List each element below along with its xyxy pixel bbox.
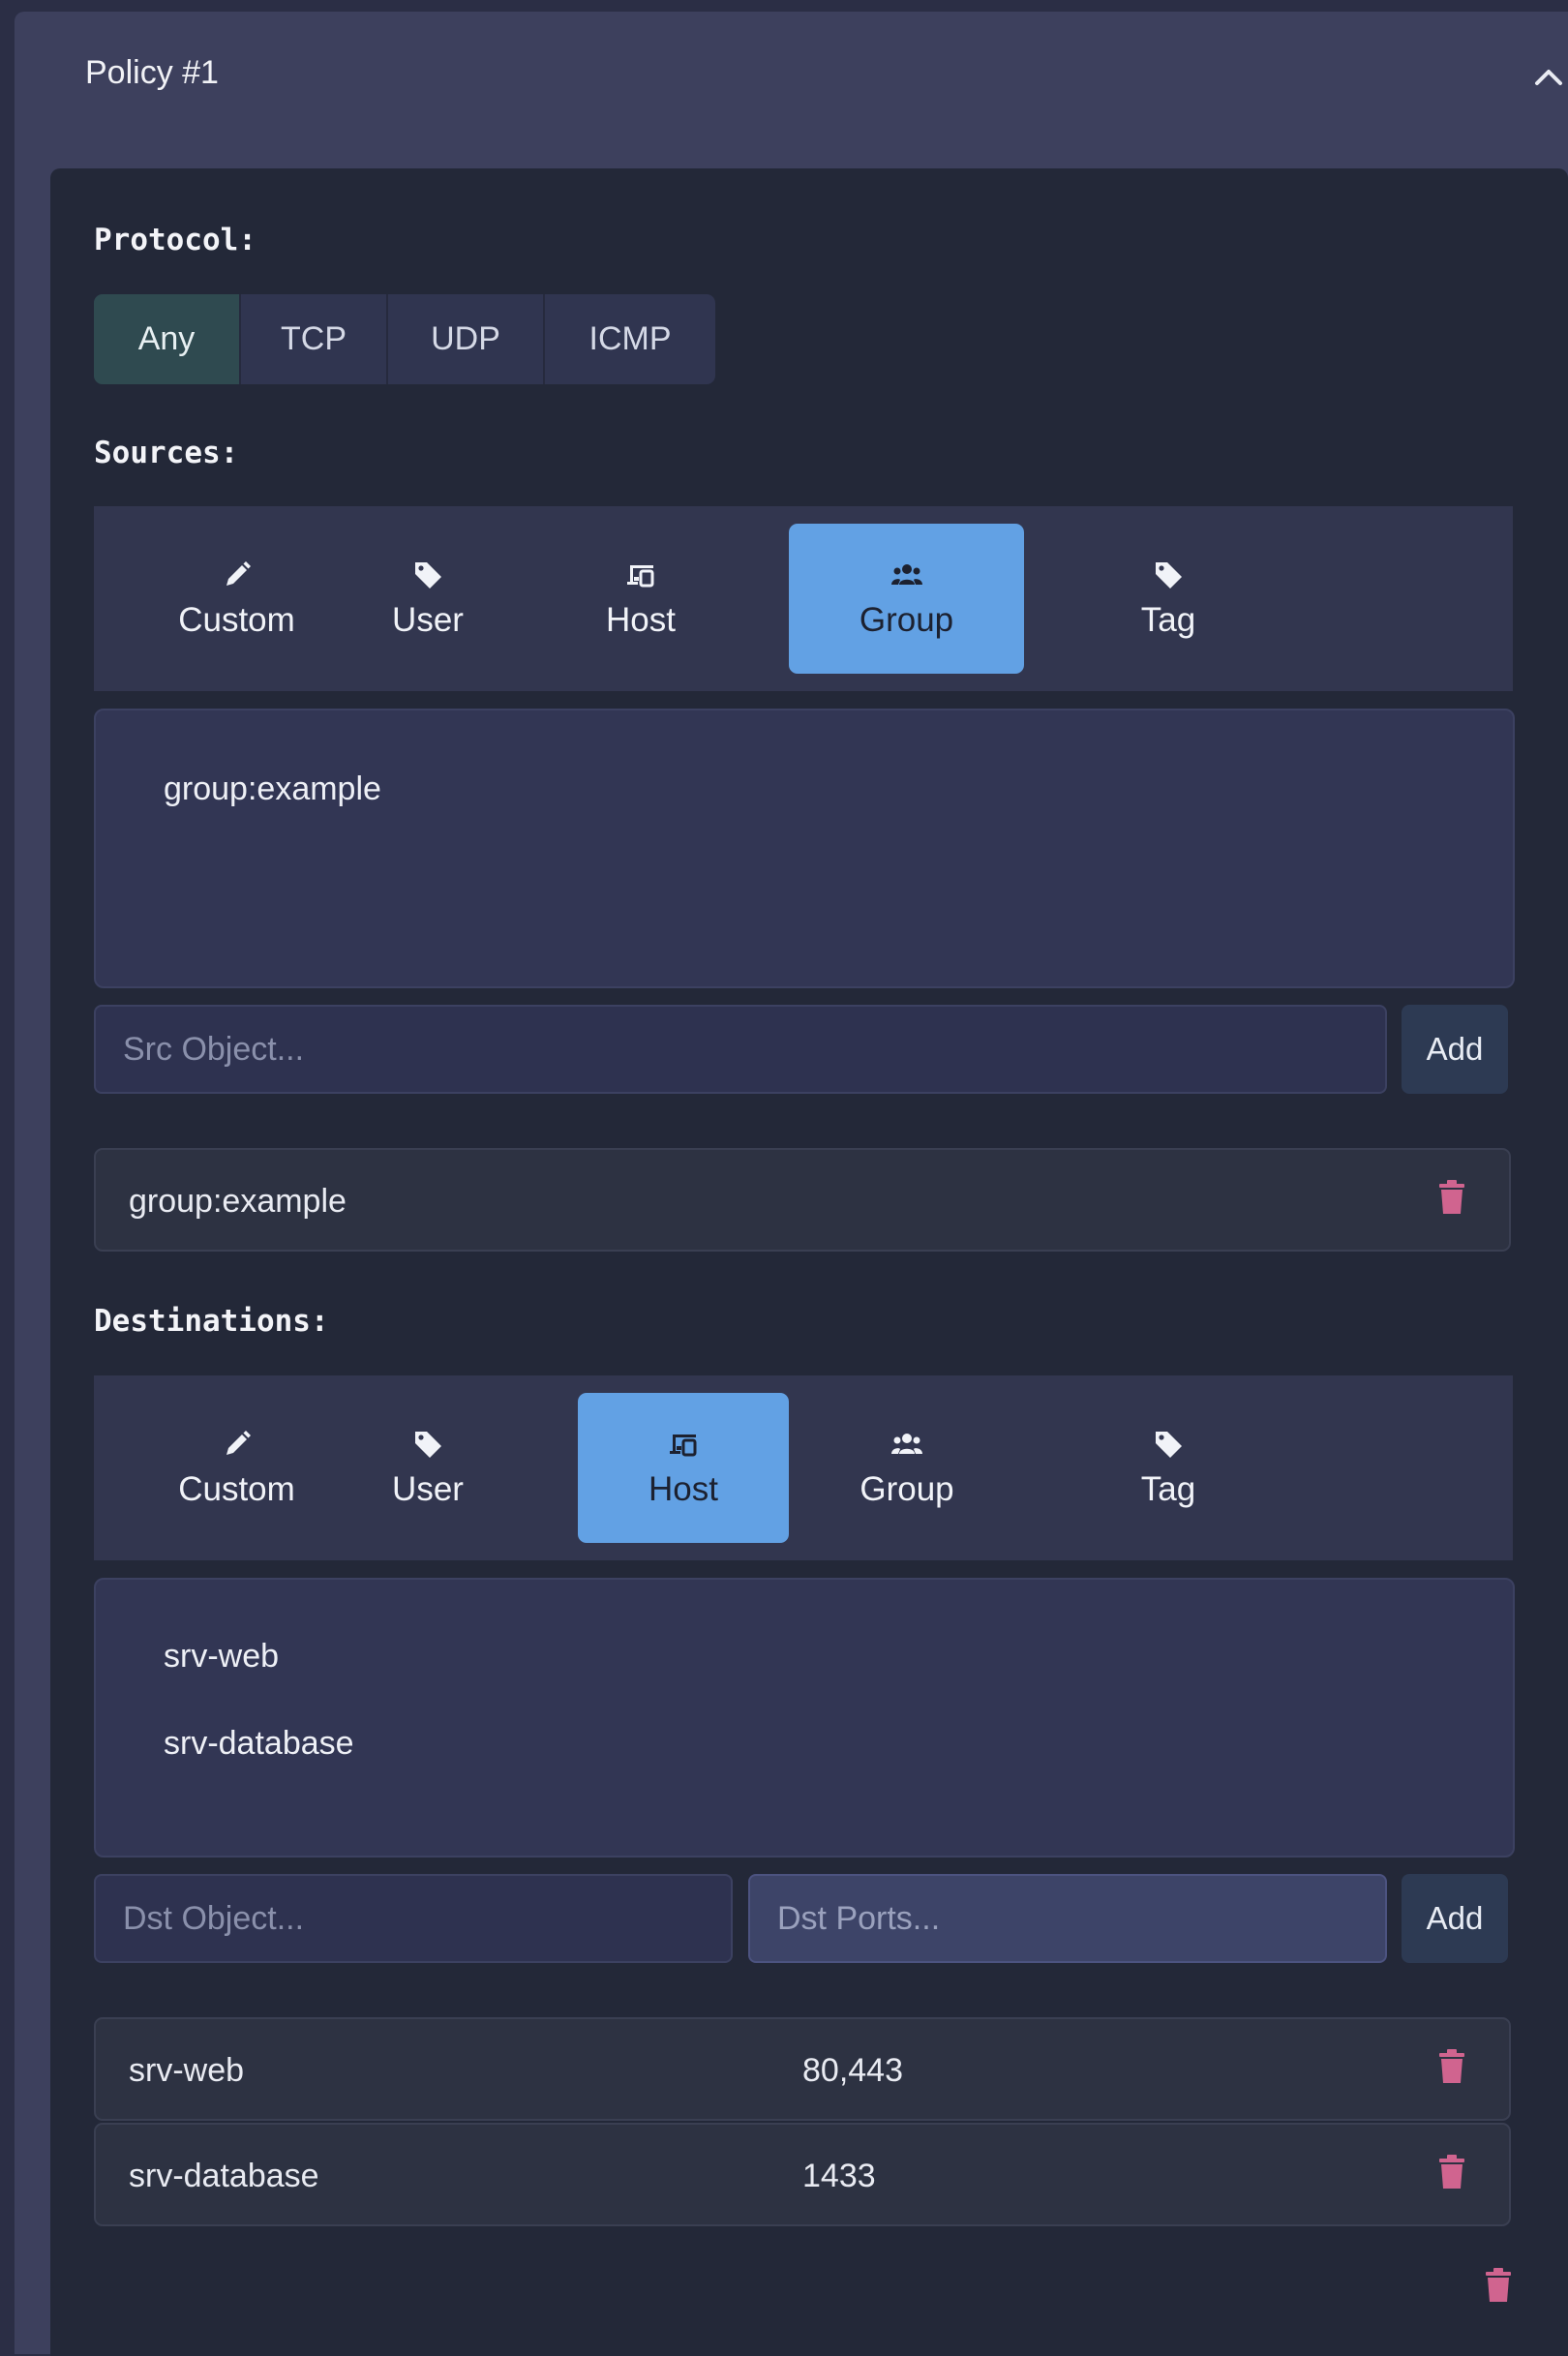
pencil-icon	[226, 560, 251, 586]
dst-object-input[interactable]: Dst Object...	[94, 1874, 733, 1963]
tag-icon	[415, 1431, 441, 1458]
sources-tab-label: Custom	[178, 600, 295, 639]
destinations-label: Destinations:	[94, 1304, 329, 1339]
protocol-option-udp[interactable]: UDP	[388, 294, 545, 384]
pencil-icon	[226, 1430, 251, 1455]
tag-icon	[1156, 1431, 1182, 1458]
destinations-tab-host[interactable]: Host	[578, 1393, 789, 1543]
protocol-option-icmp[interactable]: ICMP	[545, 294, 715, 384]
trash-icon[interactable]	[1437, 1179, 1466, 1216]
tag-icon	[415, 561, 441, 589]
sources-tab-tag[interactable]: Tag	[1101, 524, 1236, 674]
delete-policy-trash-icon[interactable]	[1484, 2267, 1513, 2304]
destinations-tab-label: Custom	[178, 1469, 295, 1508]
sources-tab-label: Host	[606, 600, 676, 639]
policy-title: Policy #1	[85, 54, 219, 91]
sources-tab-label: User	[392, 600, 464, 639]
sources-available-list: group:example	[94, 709, 1515, 988]
sources-tab-host[interactable]: Host	[573, 524, 709, 674]
src-add-button[interactable]: Add	[1402, 1005, 1508, 1094]
policy-card: Policy #1 Protocol: Any TCP UDP ICMP Sou…	[15, 12, 1568, 2356]
sources-tab-label: Tag	[1140, 600, 1196, 639]
tag-icon	[1156, 561, 1182, 589]
destinations-tab-label: User	[392, 1469, 464, 1508]
destination-ports: 1433	[802, 2158, 876, 2194]
devices-icon	[627, 564, 654, 587]
destinations-tab-user[interactable]: User	[360, 1393, 496, 1543]
destinations-selected-row: srv-web 80,443	[94, 2017, 1511, 2121]
users-icon	[891, 1433, 922, 1454]
source-name: group:example	[129, 1183, 347, 1220]
destinations-available-list: srv-web srv-database	[94, 1578, 1515, 1858]
destinations-selected-row: srv-database 1433	[94, 2123, 1511, 2226]
sources-tab-group[interactable]: Group	[789, 524, 1024, 674]
sources-label: Sources:	[94, 436, 239, 470]
sources-selected-row: group:example	[94, 1148, 1511, 1252]
destination-name: srv-web	[129, 2052, 245, 2089]
policy-header[interactable]: Policy #1	[15, 12, 1568, 157]
devices-icon	[670, 1434, 697, 1456]
destinations-available-item[interactable]: srv-database	[164, 1725, 354, 1763]
dst-add-button[interactable]: Add	[1402, 1874, 1508, 1963]
users-icon	[890, 563, 922, 585]
trash-icon[interactable]	[1437, 2154, 1466, 2190]
sources-tab-user[interactable]: User	[360, 524, 496, 674]
destinations-tab-custom[interactable]: Custom	[137, 1393, 336, 1543]
sources-tab-label: Group	[859, 600, 954, 639]
protocol-option-tcp[interactable]: TCP	[241, 294, 388, 384]
destinations-tab-label: Tag	[1140, 1469, 1196, 1508]
sources-available-item[interactable]: group:example	[164, 770, 381, 808]
destination-name: srv-database	[129, 2158, 319, 2194]
destinations-available-item[interactable]: srv-web	[164, 1638, 279, 1676]
destinations-type-tabs: Custom User Host Group Tag	[94, 1375, 1513, 1560]
protocol-option-any[interactable]: Any	[94, 294, 241, 384]
destinations-tab-tag[interactable]: Tag	[1101, 1393, 1236, 1543]
dst-ports-input[interactable]: Dst Ports...	[748, 1874, 1387, 1963]
protocol-selector: Any TCP UDP ICMP	[94, 294, 715, 384]
sources-type-tabs: Custom User Host Group Tag	[94, 506, 1513, 691]
destinations-tab-label: Host	[648, 1469, 718, 1508]
chevron-up-icon[interactable]	[1529, 58, 1568, 97]
src-object-input[interactable]: Src Object...	[94, 1005, 1387, 1094]
destination-ports: 80,443	[802, 2052, 903, 2089]
policy-body: Protocol: Any TCP UDP ICMP Sources: Cust…	[50, 168, 1568, 2356]
trash-icon[interactable]	[1437, 2048, 1466, 2085]
protocol-label: Protocol:	[94, 223, 256, 257]
destinations-tab-group[interactable]: Group	[839, 1393, 975, 1543]
sources-tab-custom[interactable]: Custom	[137, 524, 336, 674]
destinations-tab-label: Group	[859, 1469, 954, 1508]
